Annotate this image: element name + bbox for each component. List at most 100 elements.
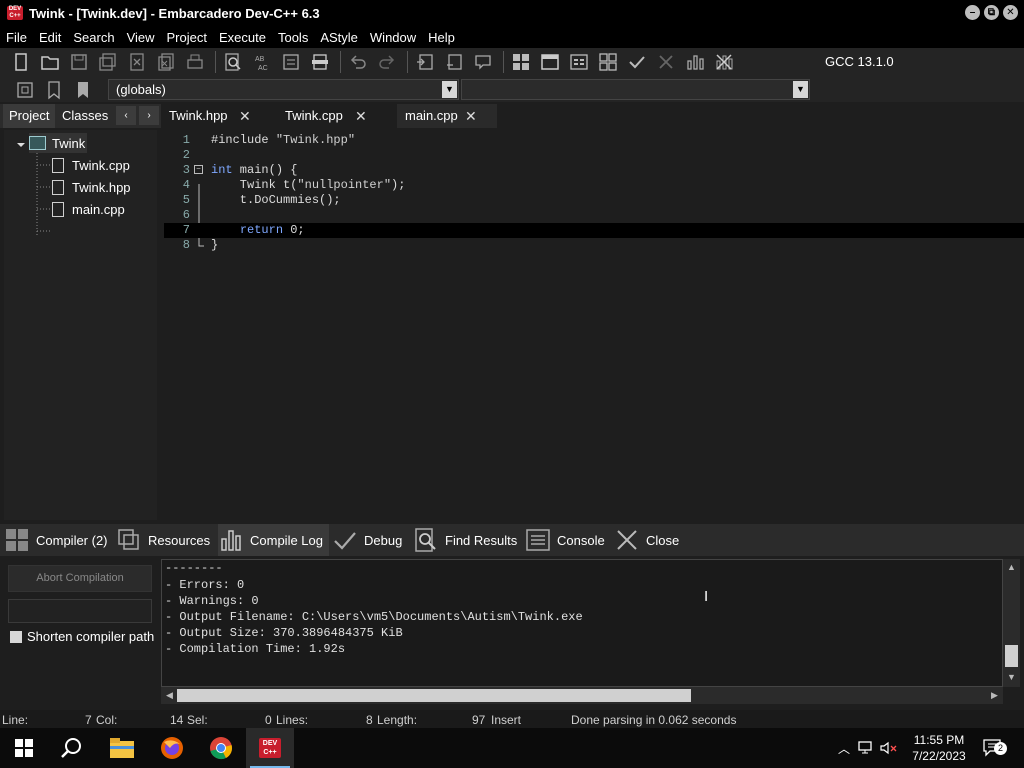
undo-button[interactable] [345, 50, 371, 74]
insert-button[interactable] [12, 78, 38, 102]
code-editor[interactable]: 1 #include "Twink.hpp" 2 3− int main() { 4… [164, 128, 1024, 520]
start-button[interactable] [0, 728, 48, 768]
save-button[interactable] [66, 50, 92, 74]
show-hidden-icons-icon[interactable]: ︿ [838, 740, 850, 757]
svg-text:AC: AC [258, 65, 268, 72]
comment-button[interactable] [470, 50, 496, 74]
taskbar-search-button[interactable] [48, 728, 96, 768]
tree-item-main-cpp[interactable]: main.cpp [52, 199, 125, 219]
minimize-button[interactable]: – [965, 5, 980, 20]
menu-search[interactable]: Search [67, 30, 120, 45]
scroll-left-icon[interactable]: ◀ [162, 688, 177, 703]
tree-item-twink-cpp[interactable]: Twink.cpp [52, 155, 130, 175]
chevron-down-icon[interactable]: ▼ [442, 81, 457, 98]
restore-button[interactable]: ⧉ [984, 5, 999, 20]
unindent-button[interactable] [441, 50, 467, 74]
scrollbar-thumb[interactable] [177, 689, 691, 702]
shorten-path-option[interactable]: Shorten compiler path [10, 629, 154, 644]
system-tray: ︿ [838, 728, 898, 768]
tree-item-project[interactable]: Twink [29, 133, 88, 153]
menu-execute[interactable]: Execute [213, 30, 272, 45]
indent-button[interactable] [412, 50, 438, 74]
menu-view[interactable]: View [121, 30, 161, 45]
tab-compile-log[interactable]: Compile Log [218, 524, 329, 556]
panel-prev-button[interactable]: ‹ [116, 106, 136, 125]
close-all-button[interactable] [153, 50, 179, 74]
tab-console[interactable]: Console [525, 524, 605, 556]
notification-center-button[interactable]: 2 [982, 728, 1007, 768]
compile-button[interactable] [508, 50, 534, 74]
profile-button[interactable] [682, 50, 708, 74]
find-button[interactable] [220, 50, 246, 74]
tab-compiler[interactable]: Compiler (2) [4, 524, 108, 556]
taskbar-devcpp[interactable]: DEV C++ [246, 728, 294, 768]
volume-muted-icon[interactable] [880, 741, 898, 755]
menu-project[interactable]: Project [161, 30, 213, 45]
menu-edit[interactable]: Edit [33, 30, 67, 45]
function-combo[interactable]: ▼ [461, 79, 810, 100]
run-button[interactable] [537, 50, 563, 74]
open-button[interactable] [37, 50, 63, 74]
save-all-button[interactable] [95, 50, 121, 74]
status-col-value: 14 [170, 713, 184, 727]
close-icon[interactable]: ✕ [239, 104, 251, 128]
log-vertical-scrollbar[interactable]: ▲ ▼ [1003, 559, 1020, 687]
toggle-bookmarks-button[interactable] [41, 78, 67, 102]
taskbar-clock[interactable]: 11:55 PM 7/22/2023 [904, 732, 974, 764]
network-icon[interactable] [858, 741, 874, 755]
indent-icon [417, 54, 433, 70]
menu-help[interactable]: Help [422, 30, 461, 45]
taskbar-file-explorer[interactable] [98, 728, 146, 768]
code-keyword: int [211, 163, 233, 177]
menu-file[interactable]: File [0, 30, 33, 45]
abort-compilation-button[interactable]: Abort Compilation [8, 565, 152, 592]
fold-toggle-button[interactable]: − [194, 165, 203, 174]
goto-line-button[interactable] [278, 50, 304, 74]
delete-profile-button[interactable] [711, 50, 737, 74]
syntax-check-button[interactable] [624, 50, 650, 74]
replace-button[interactable]: AB AC [249, 50, 275, 74]
close-all-icon [158, 53, 174, 71]
scroll-down-icon[interactable]: ▼ [1004, 670, 1019, 685]
goto-bookmark-button[interactable] [70, 78, 96, 102]
menu-astyle[interactable]: AStyle [314, 30, 364, 45]
taskbar-firefox[interactable] [148, 728, 196, 768]
tab-project[interactable]: Project [3, 104, 56, 128]
panel-next-button[interactable]: › [139, 106, 159, 125]
stop-execution-button[interactable] [653, 50, 679, 74]
tab-resources[interactable]: Resources [116, 524, 210, 556]
shorten-path-checkbox[interactable] [10, 630, 22, 643]
tab-twink-cpp[interactable]: Twink.cpp ✕ [277, 104, 396, 128]
chevron-down-icon[interactable]: ▼ [793, 81, 808, 98]
tab-find-results[interactable]: Find Results [413, 524, 517, 556]
log-horizontal-scrollbar[interactable]: ◀ ▶ [161, 687, 1003, 704]
compiler-selector[interactable]: GCC 13.1.0 [818, 52, 1018, 72]
tree-item-twink-hpp[interactable]: Twink.hpp [52, 177, 131, 197]
compile-run-button[interactable] [566, 50, 592, 74]
taskbar-chrome[interactable] [197, 728, 245, 768]
tab-debug[interactable]: Debug [332, 524, 402, 556]
status-length-value: 97 [472, 713, 486, 727]
print-button[interactable] [182, 50, 208, 74]
menu-window[interactable]: Window [364, 30, 422, 45]
compile-log-output[interactable]: -------- - Errors: 0 - Warnings: 0 - Out… [161, 559, 1003, 687]
tab-main-cpp[interactable]: main.cpp ✕ [397, 104, 497, 128]
redo-button[interactable] [374, 50, 400, 74]
scroll-up-icon[interactable]: ▲ [1004, 560, 1019, 575]
windows-taskbar: DEV C++ ︿ 11:55 PM 7/22/2023 2 [0, 728, 1024, 768]
menu-tools[interactable]: Tools [272, 30, 314, 45]
close-file-button[interactable] [124, 50, 150, 74]
close-icon[interactable]: ✕ [355, 104, 367, 128]
tab-twink-hpp[interactable]: Twink.hpp ✕ [161, 104, 276, 128]
toggle-bookmark-button[interactable] [307, 50, 333, 74]
close-icon[interactable]: ✕ [465, 104, 477, 128]
scroll-right-icon[interactable]: ▶ [987, 688, 1002, 703]
tab-close-panel[interactable]: Close [614, 524, 679, 556]
scope-combo[interactable]: (globals) ▼ [108, 79, 459, 100]
scrollbar-thumb[interactable] [1005, 645, 1018, 667]
tab-classes[interactable]: Classes [56, 104, 114, 128]
new-file-button[interactable] [8, 50, 34, 74]
close-window-button[interactable]: ✕ [1003, 5, 1018, 20]
folder-icon [110, 738, 134, 758]
rebuild-all-button[interactable] [595, 50, 621, 74]
